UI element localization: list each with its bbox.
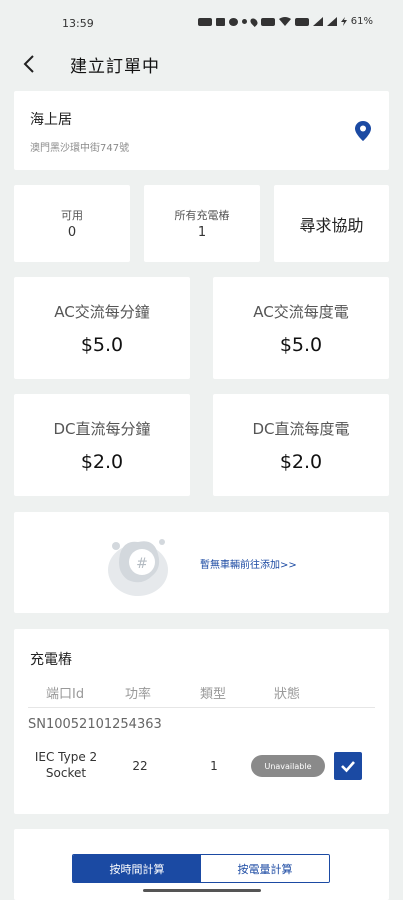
signal-icon — [312, 17, 323, 26]
price-card-ac-minute: AC交流每分鐘 $5.0 — [14, 277, 190, 379]
charger-section-title: 充電樁 — [30, 652, 72, 668]
station-name: 海上居 — [30, 112, 72, 128]
battery-level: 61% — [350, 16, 373, 27]
status-bar: 13:59 61% — [0, 0, 403, 46]
vpn-icon — [197, 17, 212, 26]
station-address: 澳門黑沙環中街747號 — [30, 143, 130, 154]
back-arrow-icon[interactable] — [18, 52, 42, 76]
status-badge: Unavailable — [251, 755, 325, 777]
total-chargers-card: 所有充電樁 1 — [144, 185, 260, 262]
billing-by-time-button[interactable]: 按時間計算 — [73, 855, 201, 882]
data-speed-icon — [260, 17, 275, 26]
location-icon — [248, 16, 259, 27]
price-card-dc-minute: DC直流每分鐘 $2.0 — [14, 394, 190, 496]
stat-value: 0 — [67, 225, 77, 240]
signal-icon — [326, 17, 337, 26]
price-value: $5.0 — [279, 333, 323, 356]
wifi-icon — [278, 17, 291, 26]
location-card: 海上居 澳門黑沙環中街747號 — [14, 91, 389, 170]
billing-mode-toggle: 按時間計算 按電量計算 — [72, 854, 330, 883]
price-card-dc-kwh: DC直流每度電 $2.0 — [213, 394, 389, 496]
help-button[interactable]: 尋求協助 — [274, 185, 389, 262]
stat-value: 1 — [197, 225, 207, 240]
hd-icon — [294, 17, 309, 26]
empty-vehicle-illustration: # — [108, 539, 168, 596]
divider — [28, 707, 375, 708]
price-label: DC直流每分鐘 — [53, 419, 151, 438]
column-header-port: 端口Id — [46, 687, 85, 702]
available-count-card: 可用 0 — [14, 185, 130, 262]
price-value: $5.0 — [80, 333, 124, 356]
page-title: 建立訂單中 — [70, 57, 160, 77]
billing-by-energy-button[interactable]: 按電量計算 — [201, 855, 329, 882]
price-label: DC直流每度電 — [252, 419, 350, 438]
photo-icon — [215, 17, 225, 26]
map-pin-icon[interactable] — [355, 121, 371, 141]
app-header: 建立訂單中 — [0, 46, 403, 88]
status-time: 13:59 — [62, 17, 94, 30]
charging-icon — [340, 17, 347, 26]
price-value: $2.0 — [80, 450, 124, 473]
charger-card: 充電樁 端口Id 功率 類型 狀態 SN10052101254363 IEC T… — [14, 629, 389, 814]
alarm-icon — [228, 17, 238, 26]
column-header-status: 狀態 — [274, 687, 301, 702]
home-indicator[interactable] — [143, 889, 261, 892]
svg-text:#: # — [136, 556, 148, 572]
port-id-cell: IEC Type 2 Socket — [34, 750, 98, 780]
power-cell: 22 — [132, 759, 148, 773]
price-value: $2.0 — [279, 450, 323, 473]
vehicle-card: # 暫無車輛前往添加>> — [14, 512, 389, 613]
dot-icon — [241, 19, 247, 24]
check-icon — [341, 761, 355, 773]
type-cell: 1 — [210, 759, 218, 773]
column-header-power: 功率 — [125, 687, 152, 702]
price-card-ac-kwh: AC交流每度電 $5.0 — [213, 277, 389, 379]
add-vehicle-link[interactable]: 暫無車輛前往添加>> — [200, 556, 297, 571]
help-label: 尋求協助 — [299, 215, 364, 235]
stat-label: 所有充電樁 — [174, 209, 230, 222]
price-label: AC交流每分鐘 — [54, 302, 150, 321]
status-icons: 61% — [197, 16, 373, 27]
price-label: AC交流每度電 — [253, 302, 349, 321]
stat-label: 可用 — [61, 209, 83, 222]
charger-select-checkbox[interactable] — [334, 752, 362, 780]
charger-serial: SN10052101254363 — [28, 717, 162, 732]
column-header-type: 類型 — [200, 687, 227, 702]
